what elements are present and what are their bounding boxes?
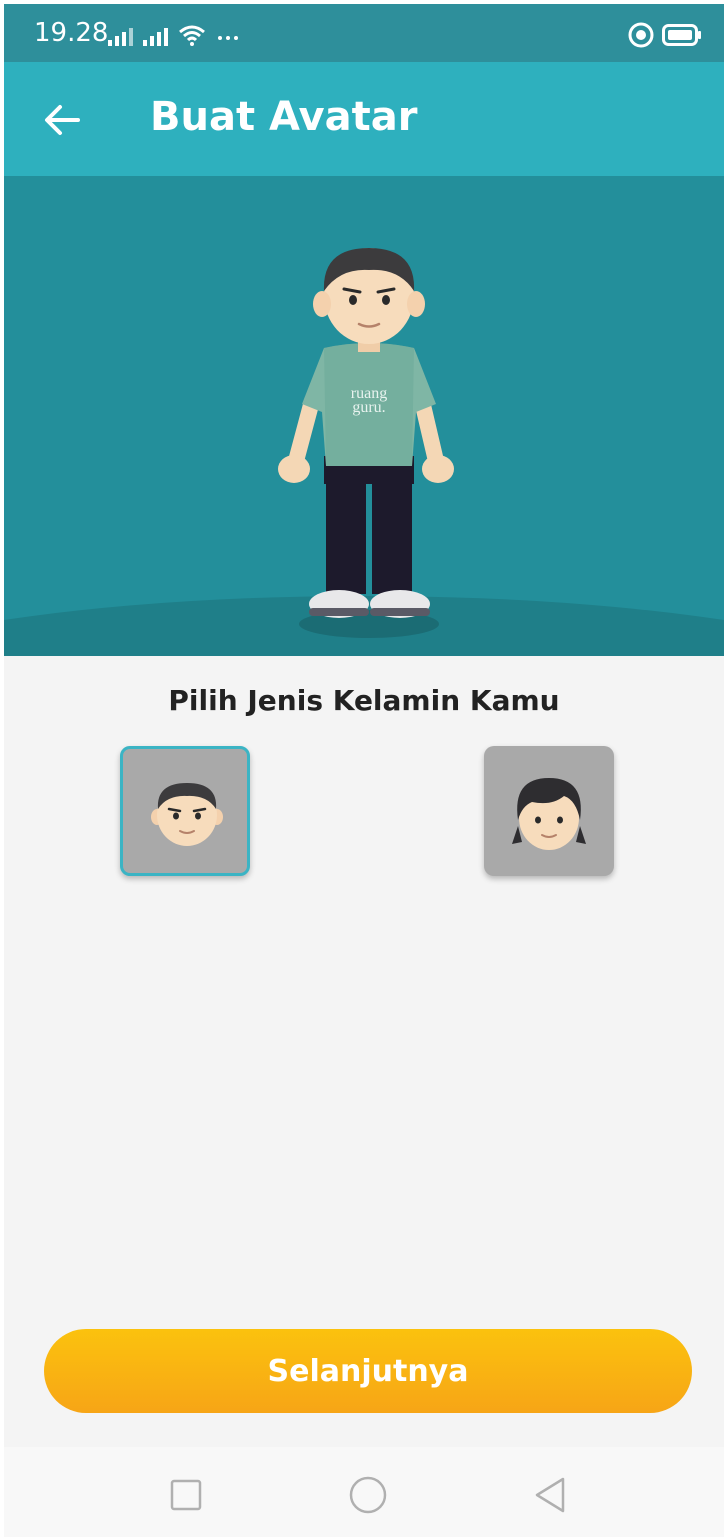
female-option[interactable] bbox=[484, 746, 614, 876]
wifi-icon bbox=[179, 25, 205, 46]
focus-icon bbox=[628, 22, 654, 48]
back-icon[interactable] bbox=[530, 1475, 570, 1515]
recent-apps-icon[interactable] bbox=[166, 1475, 206, 1515]
signal-icon bbox=[143, 24, 168, 46]
signal-icon bbox=[108, 24, 133, 46]
avatar-preview: ruang guru. bbox=[4, 176, 724, 656]
male-face-icon bbox=[151, 783, 223, 846]
gender-prompt: Pilih Jenis Kelamin Kamu bbox=[168, 684, 560, 717]
battery-icon bbox=[662, 24, 701, 46]
svg-text:guru.: guru. bbox=[352, 399, 385, 416]
app-bar: Buat Avatar bbox=[4, 62, 724, 176]
system-nav-bar bbox=[4, 1447, 724, 1537]
more-icon bbox=[218, 36, 238, 40]
status-bar: 19.28 bbox=[4, 4, 724, 62]
page-title: Buat Avatar bbox=[150, 94, 418, 140]
home-icon[interactable] bbox=[348, 1475, 388, 1515]
male-option[interactable] bbox=[120, 746, 250, 876]
screen: 19.28 Buat Avatar ruang guru. Pilih Jeni… bbox=[4, 4, 724, 1537]
next-button[interactable]: Selanjutnya bbox=[44, 1329, 692, 1413]
arrow-left-icon[interactable] bbox=[40, 98, 84, 142]
female-face-icon bbox=[512, 778, 586, 850]
status-time: 19.28 bbox=[34, 18, 109, 48]
avatar-illustration: ruang guru. bbox=[4, 248, 724, 656]
